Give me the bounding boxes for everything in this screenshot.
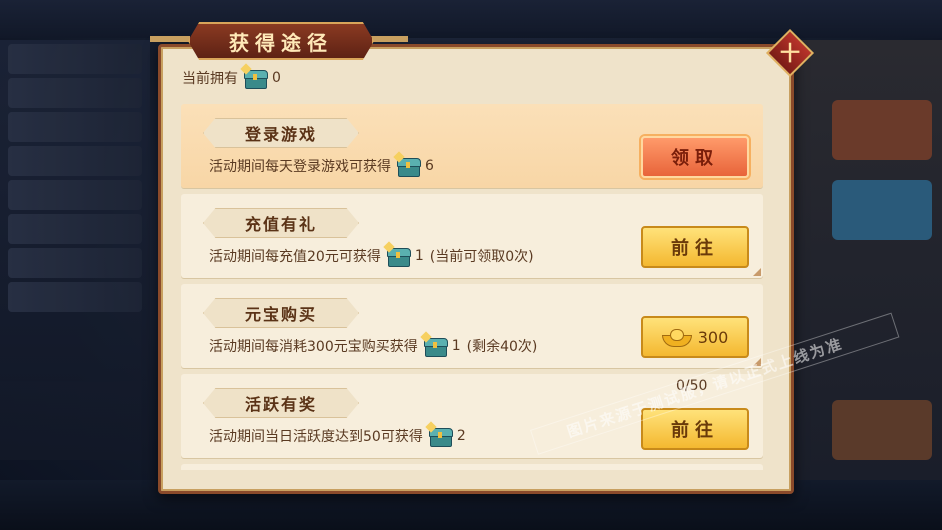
task-card-ingot-buy: 元宝购买 活动期间每消耗300元宝购买获得 1 (剩余40次) 300: [181, 284, 763, 368]
task-desc-text: 活动期间每充值20元可获得: [209, 249, 381, 265]
task-title: 登录游戏: [244, 125, 317, 144]
treasure-chest-icon: [393, 151, 421, 177]
owned-count: 当前拥有 0: [182, 63, 281, 89]
task-desc-text: 活动期间每天登录游戏可获得: [209, 159, 391, 175]
dialog-title-banner: 获得途径: [188, 22, 374, 60]
task-description: 活动期间每消耗300元宝购买获得 1 (剩余40次): [209, 331, 538, 357]
task-title-tag: 充值有礼: [203, 208, 359, 238]
treasure-chest-icon: [240, 63, 268, 89]
task-description: 活动期间当日活跃度达到50可获得 2: [209, 421, 466, 447]
dialog-title: 获得途径: [229, 30, 333, 55]
title-wing-right: [368, 36, 408, 42]
background-right-panel: [792, 40, 942, 480]
task-card-partial: [181, 464, 763, 470]
task-list[interactable]: 登录游戏 活动期间每天登录游戏可获得 6 领取 充值有礼 活动期间每充值20元可…: [181, 104, 763, 470]
task-desc-text: 活动期间每消耗300元宝购买获得: [209, 339, 418, 355]
treasure-chest-icon: [383, 241, 411, 267]
treasure-chest-icon: [420, 331, 448, 357]
ingot-price: 300: [697, 327, 729, 347]
task-reward-amount: 2: [456, 428, 466, 444]
task-title-tag: 登录游戏: [203, 118, 359, 148]
task-extra-note: (剩余40次): [466, 339, 538, 355]
treasure-chest-icon: [425, 421, 453, 447]
close-icon: 十: [780, 41, 800, 65]
task-extra-note: (当前可领取0次): [429, 249, 534, 265]
task-title: 元宝购买: [244, 305, 317, 324]
task-card-recharge: 充值有礼 活动期间每充值20元可获得 1 (当前可领取0次) 前往: [181, 194, 763, 278]
task-reward-amount: 6: [425, 158, 434, 174]
task-title-tag: 元宝购买: [203, 298, 359, 328]
owned-value: 0: [272, 70, 281, 86]
task-description: 活动期间每天登录游戏可获得 6: [209, 151, 434, 177]
claim-button[interactable]: 领取: [641, 136, 749, 178]
background-left-panel: [0, 40, 150, 460]
buy-with-ingot-button[interactable]: 300: [641, 316, 749, 358]
background-top-bar: [0, 0, 942, 38]
task-reward-amount: 1: [414, 248, 424, 264]
task-reward-amount: 1: [451, 338, 461, 354]
go-button-recharge[interactable]: 前往: [641, 226, 749, 268]
gold-ingot-icon: [661, 329, 692, 347]
task-title: 充值有礼: [244, 215, 317, 234]
task-desc-text: 活动期间当日活跃度达到50可获得: [209, 429, 423, 445]
owned-label: 当前拥有: [182, 71, 238, 87]
task-description: 活动期间每充值20元可获得 1 (当前可领取0次): [209, 241, 534, 267]
task-title: 活跃有奖: [244, 395, 317, 414]
title-wing-left: [150, 36, 190, 42]
task-card-login: 登录游戏 活动期间每天登录游戏可获得 6 领取: [181, 104, 763, 188]
task-title-tag: 活跃有奖: [203, 388, 359, 418]
